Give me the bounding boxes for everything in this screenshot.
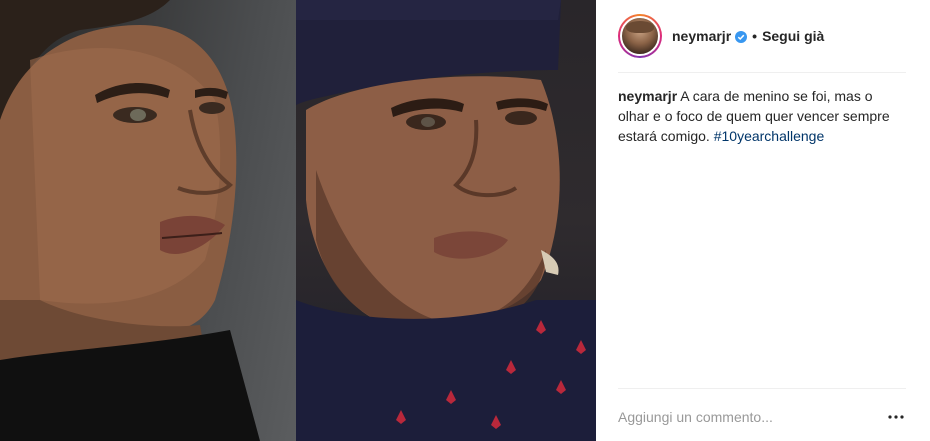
header-divider [618,72,906,73]
verified-badge-icon [735,30,748,43]
comment-bar [618,400,908,434]
follow-status-button[interactable]: Segui già [762,28,824,44]
header-text: neymarjr • Segui già [672,28,824,44]
post-image[interactable] [0,0,596,441]
more-options-icon[interactable] [884,405,908,429]
caption-username-link[interactable]: neymarjr [618,88,677,104]
photo-young-face [0,0,296,441]
photo-adult-face [296,0,596,441]
hashtag-link[interactable]: #10yearchallenge [714,128,825,144]
post-side-panel: neymarjr • Segui già neymarjr A cara de … [596,0,930,441]
comment-divider [618,388,906,389]
avatar-hat [626,21,654,33]
adult-face-illustration [296,0,596,441]
post-header: neymarjr • Segui già [596,0,930,72]
young-face-illustration [0,0,260,441]
username-link[interactable]: neymarjr [672,28,731,44]
header-separator: • [752,28,758,44]
avatar-story-ring[interactable] [618,14,662,58]
post-caption: neymarjr A cara de menino se foi, mas o … [618,86,906,146]
avatar[interactable] [620,16,660,56]
comment-input[interactable] [618,409,858,425]
